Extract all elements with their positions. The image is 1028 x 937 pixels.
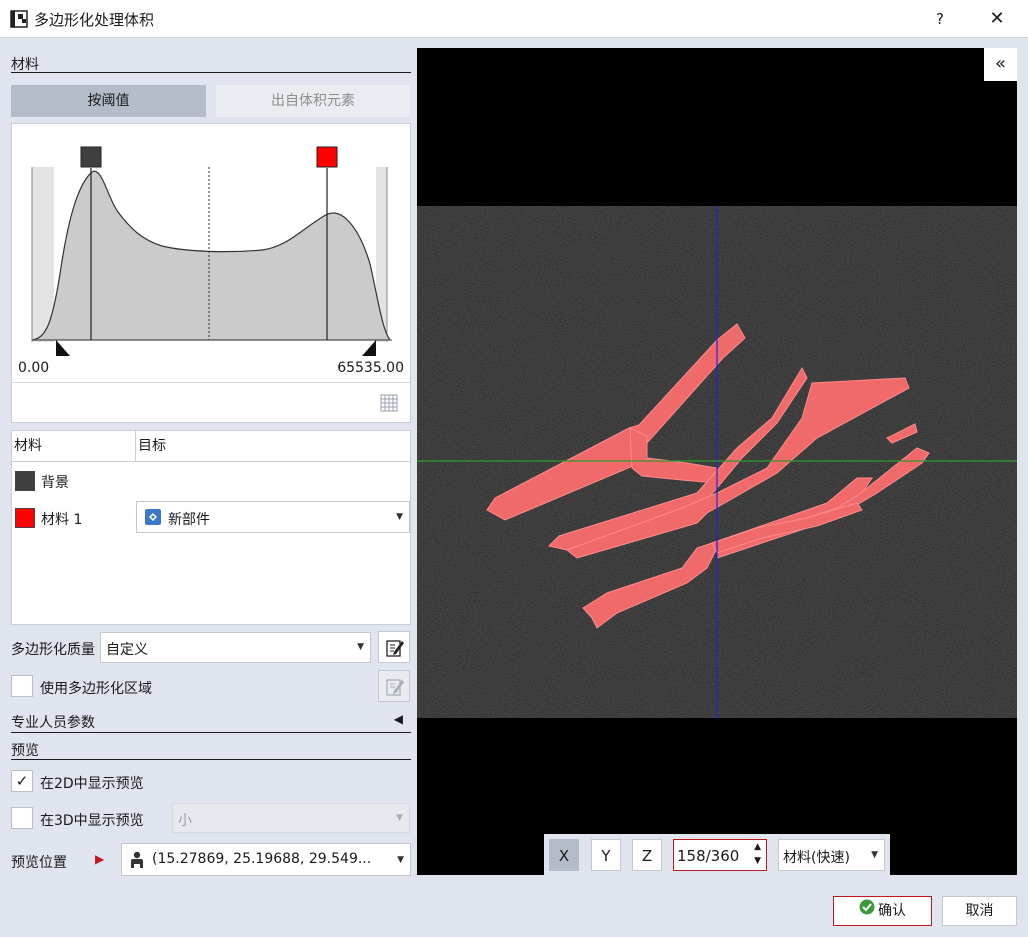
column-header-target[interactable]: 目标 <box>136 431 410 462</box>
ok-button-label: 确认 <box>878 903 906 919</box>
render-mode-value: 材料(快速) <box>783 850 850 866</box>
preview-position-dropdown[interactable]: (15.27869, 25.19688, 29.549... ▼ <box>121 843 411 876</box>
lower-threshold-handle <box>80 146 102 168</box>
slice-value: 158/360 <box>677 847 740 865</box>
spin-down-icon[interactable]: ▼ <box>754 856 761 866</box>
ct-slice-image[interactable] <box>417 48 1017 875</box>
cancel-button[interactable]: 取消 <box>942 896 1017 926</box>
use-region-checkbox[interactable] <box>11 675 33 697</box>
slice-toolbar: X Y Z 158/360 ▲ ▼ 材料(快速) ▼ <box>544 834 890 876</box>
tab-by-threshold[interactable]: 按阈值 <box>11 85 206 117</box>
part-icon <box>145 509 161 529</box>
app-icon <box>10 10 28 28</box>
upper-threshold-handle <box>316 146 338 168</box>
collapse-panel-button[interactable]: « <box>984 48 1017 81</box>
show-2d-preview-label: 在2D中显示预览 <box>40 776 144 792</box>
show-2d-preview-checkbox[interactable]: ✓ <box>11 770 33 792</box>
material-heading-label: 材料 <box>11 57 39 73</box>
slice-viewer[interactable] <box>417 48 1017 875</box>
edit-icon <box>385 638 405 662</box>
histogram-curve <box>31 170 392 341</box>
edit-quality-button[interactable] <box>378 631 410 663</box>
expert-params-header[interactable]: 专业人员参数 ◀ <box>11 712 411 733</box>
table-row[interactable]: 背景 <box>12 465 410 497</box>
material-section-heading: 材料 <box>11 54 411 73</box>
edit-icon <box>385 677 405 701</box>
grid-toggle-icon[interactable] <box>378 392 400 418</box>
axis-x-button[interactable]: X <box>549 839 579 871</box>
preview-heading-label: 预览 <box>11 743 39 759</box>
axis-z-button[interactable]: Z <box>632 839 662 871</box>
histogram-panel: 0.00 65535.00 <box>11 123 411 423</box>
slice-spinbox[interactable]: 158/360 ▲ ▼ <box>673 839 767 871</box>
histogram-chart[interactable] <box>12 124 410 374</box>
chevron-down-icon: ▼ <box>396 512 403 522</box>
column-header-material[interactable]: 材料 <box>12 431 136 462</box>
show-3d-preview-checkbox[interactable] <box>11 807 33 829</box>
histogram-max-label: 65535.00 <box>337 360 404 376</box>
preview-heading: 预览 <box>11 740 411 760</box>
chevron-down-icon: ▼ <box>396 813 403 823</box>
check-circle-icon <box>859 897 875 925</box>
help-button[interactable]: ? <box>920 6 960 32</box>
material-name: 背景 <box>41 475 69 491</box>
color-swatch[interactable] <box>15 471 35 491</box>
expert-params-label: 专业人员参数 <box>11 715 95 731</box>
ok-button[interactable]: 确认 <box>833 896 932 926</box>
use-region-label: 使用多边形化区域 <box>40 681 152 697</box>
preview-size-dropdown[interactable]: 小 ▼ <box>172 803 410 833</box>
chevron-down-icon: ▼ <box>357 642 364 652</box>
polygon-quality-value: 自定义 <box>106 642 148 658</box>
chevron-down-icon: ▼ <box>397 855 404 865</box>
chevron-down-icon: ▼ <box>871 850 878 860</box>
show-3d-preview-label: 在3D中显示预览 <box>40 813 144 829</box>
window-title: 多边形化处理体积 <box>34 11 155 29</box>
polygon-quality-dropdown[interactable]: 自定义 ▼ <box>100 632 371 663</box>
preview-position-label: 预览位置 <box>11 855 67 871</box>
expand-left-icon: ◀ <box>393 712 403 726</box>
person-icon <box>128 851 146 873</box>
histogram-min-label: 0.00 <box>18 360 50 376</box>
title-bar: 多边形化处理体积 ? ✕ <box>0 0 1028 38</box>
preview-position-value: (15.27869, 25.19688, 29.549... <box>152 851 372 867</box>
range-max-marker <box>362 340 376 356</box>
edit-region-button[interactable] <box>378 670 410 702</box>
table-row[interactable]: 材料 1 新部件 ▼ <box>12 501 410 534</box>
target-part-label: 新部件 <box>168 512 210 528</box>
close-button[interactable]: ✕ <box>975 6 1019 32</box>
material-table: 材料 目标 背景 材料 1 新部件 ▼ <box>11 430 411 625</box>
target-part-dropdown[interactable]: 新部件 ▼ <box>136 501 410 533</box>
tab-from-voxels[interactable]: 出自体积元素 <box>216 85 410 117</box>
color-swatch[interactable] <box>15 508 35 528</box>
render-mode-dropdown[interactable]: 材料(快速) ▼ <box>778 839 885 871</box>
preview-size-value: 小 <box>178 813 192 829</box>
spin-up-icon[interactable]: ▲ <box>754 842 761 852</box>
axis-y-button[interactable]: Y <box>591 839 621 871</box>
range-min-marker <box>56 340 70 356</box>
material-name: 材料 1 <box>41 512 83 528</box>
play-icon[interactable]: ▶ <box>95 852 104 866</box>
polygon-quality-label: 多边形化质量 <box>11 642 95 658</box>
